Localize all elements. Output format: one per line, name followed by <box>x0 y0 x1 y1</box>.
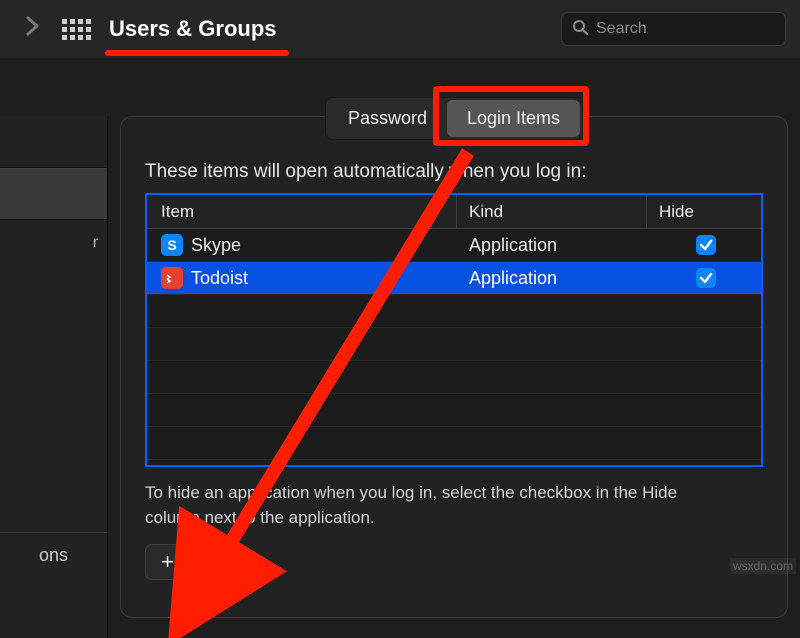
hide-checkbox[interactable] <box>696 268 716 288</box>
column-item[interactable]: Item <box>147 195 457 228</box>
sidebar: r ons <box>0 116 108 638</box>
sidebar-row[interactable]: r <box>0 220 107 272</box>
column-hide[interactable]: Hide <box>647 202 761 222</box>
main-panel: Password Login Items These items will op… <box>120 116 788 618</box>
add-remove-buttons: + − <box>145 544 235 580</box>
tab-bar: Password Login Items <box>325 97 583 140</box>
hide-checkbox[interactable] <box>696 235 716 255</box>
watermark: wsxdn.com <box>730 558 796 574</box>
add-button[interactable]: + <box>146 545 190 579</box>
hint-text: To hide an application when you log in, … <box>145 481 705 530</box>
apps-grid-icon[interactable] <box>62 19 91 40</box>
login-items-description: These items will open automatically when… <box>145 161 763 183</box>
annotation-underline <box>105 50 289 56</box>
login-items-table: Item Kind Hide S Skype Application Todoi… <box>145 193 763 467</box>
item-name: Todoist <box>191 268 461 289</box>
table-header: Item Kind Hide <box>147 195 761 229</box>
table-row-empty <box>147 328 761 361</box>
todoist-icon <box>161 267 183 289</box>
table-row[interactable]: S Skype Application <box>147 229 761 262</box>
column-kind[interactable]: Kind <box>457 195 647 228</box>
item-kind: Application <box>461 268 651 289</box>
skype-icon: S <box>161 234 183 256</box>
page-title: Users & Groups <box>109 16 277 42</box>
table-row[interactable]: Todoist Application <box>147 262 761 295</box>
item-kind: Application <box>461 235 651 256</box>
sidebar-row[interactable] <box>0 116 107 168</box>
toolbar: Users & Groups <box>0 0 800 58</box>
table-row-empty <box>147 295 761 328</box>
item-name: Skype <box>191 235 461 256</box>
table-row-empty <box>147 394 761 427</box>
table-row-empty <box>147 361 761 394</box>
back-icon[interactable] <box>22 16 44 42</box>
sidebar-row-selected[interactable] <box>0 168 107 220</box>
search-icon <box>572 19 588 40</box>
tab-password[interactable]: Password <box>328 100 447 137</box>
search-field[interactable] <box>561 12 786 46</box>
table-row-empty <box>147 427 761 460</box>
remove-button[interactable]: − <box>190 545 234 579</box>
sidebar-bottom-item[interactable]: ons <box>0 532 107 578</box>
tab-login-items[interactable]: Login Items <box>447 100 580 137</box>
search-input[interactable] <box>596 20 800 38</box>
